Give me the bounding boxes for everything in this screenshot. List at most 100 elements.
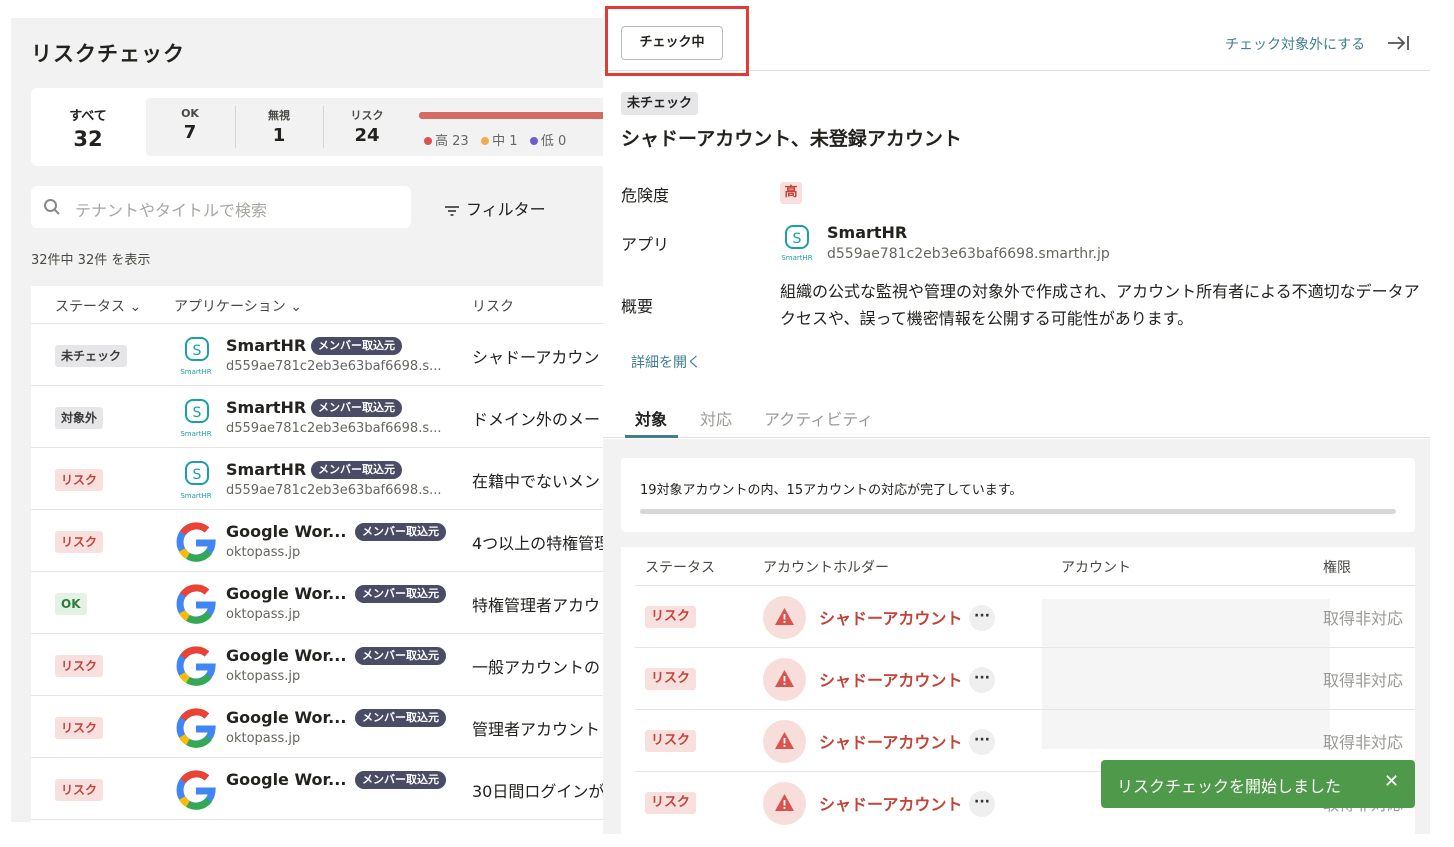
member-source-tag: メンバー取込元: [355, 585, 446, 603]
table-row[interactable]: リスク Google Wor... メンバー取込元 oktopass.jp 一般アカウン…: [31, 634, 611, 696]
svg-text:SmartHR: SmartHR: [180, 368, 211, 376]
tab-target[interactable]: 対象: [635, 406, 667, 430]
column-status-label: ステータス: [55, 299, 125, 315]
summary-risk-value: 24: [354, 125, 380, 146]
svg-text:S: S: [193, 467, 202, 483]
search-input[interactable]: テナントやタイトルで検索: [31, 186, 411, 228]
detail-app-domain: d559ae781c2eb3e63baf6698.smarthr.jp: [827, 246, 1110, 262]
close-icon[interactable]: ✕: [1384, 771, 1399, 792]
risk-title: 管理者アカウント: [472, 720, 601, 739]
risk-title: 在籍中でないメン: [472, 472, 601, 491]
search-placeholder: テナントやタイトルで検索: [75, 201, 268, 220]
progress-text: 19対象アカウントの内、15アカウントの対応が完了しています。: [640, 483, 1023, 498]
summary-ignore-label: 無視: [268, 109, 290, 122]
legend-high-text: 高 23: [435, 134, 469, 149]
table-header: ステータス ⌄ アプリケーション ⌄ リスク: [31, 286, 611, 324]
more-icon[interactable]: ···: [969, 729, 995, 755]
risk-check-list-pane: リスクチェック すべて 32 OK 7 無視 1 リスク 24 高 23 中 1…: [11, 18, 619, 826]
status-badge: リスク: [55, 469, 104, 491]
app-tenant: d559ae781c2eb3e63baf6698.s...: [226, 359, 442, 374]
smarthr-icon: S SmartHR: [180, 461, 212, 500]
svg-text:SmartHR: SmartHR: [180, 430, 211, 438]
summary-ignore[interactable]: 無視 1: [235, 98, 323, 156]
summary-risk-label: リスク: [350, 109, 384, 122]
risk-title: ドメイン外のメー: [472, 410, 601, 429]
summary-risk[interactable]: リスク 24: [323, 98, 411, 156]
table-row[interactable]: 未チェック S SmartHR SmartHR メンバー取込元 d559ae781c2eb…: [31, 324, 611, 386]
tab-response[interactable]: 対応: [700, 406, 732, 430]
overview-label: 概要: [621, 297, 654, 316]
risk-level-legend: 高 23 中 1 低 0: [424, 130, 566, 149]
table-row[interactable]: OK Google Wor... メンバー取込元 oktopass.jp 特権管理者アカ…: [31, 572, 611, 634]
column-risk: リスク: [472, 299, 514, 315]
app-tenant: d559ae781c2eb3e63baf6698.s...: [226, 421, 442, 436]
risk-table: ステータス ⌄ アプリケーション ⌄ リスク 未チェック S SmartHR Smar…: [31, 286, 611, 826]
account-row[interactable]: リスク シャドーアカウント ··· 取得非対応: [635, 647, 1415, 709]
status-badge: リスク: [645, 606, 697, 628]
risk-title: 特権管理者アカウ: [472, 596, 601, 615]
detail-topbar: チェック中 チェック対象外にする: [603, 0, 1430, 76]
account-holder: シャドーアカウント: [819, 609, 963, 628]
legend-mid-text: 中 1: [492, 134, 518, 149]
collapse-panel-icon[interactable]: [1386, 33, 1410, 53]
permission-value: 取得非対応: [1323, 609, 1404, 628]
detail-tabs: 対象 対応 アクティビティ: [603, 394, 1430, 438]
svg-text:SmartHR: SmartHR: [180, 492, 211, 500]
overview-text: 組織の公式な監視や管理の対象外で作成され、アカウント所有者による不適切なデータア…: [780, 282, 1420, 328]
risk-detail-pane: チェック中 チェック対象外にする 未チェック シャドーアカウント、未登録アカウン…: [603, 0, 1454, 847]
permission-value: 取得非対応: [1323, 733, 1404, 752]
summary-group: OK 7 無視 1 リスク 24 高 23 中 1 低 0: [146, 98, 619, 156]
filter-button[interactable]: フィルター: [444, 196, 546, 220]
app-name: Google Wor...: [226, 646, 347, 665]
app-tenant: oktopass.jp: [226, 545, 301, 560]
account-row[interactable]: リスク シャドーアカウント ··· 取得非対応: [635, 585, 1415, 647]
app-name: Google Wor...: [226, 522, 347, 541]
tab-activity[interactable]: アクティビティ: [764, 406, 873, 430]
dot-icon: [424, 136, 432, 145]
table-row[interactable]: リスク Google Wor... メンバー取込元 30日間ログインが: [31, 758, 611, 820]
table-row[interactable]: リスク Google Wor... メンバー取込元 oktopass.jp 管理者アカウ…: [31, 696, 611, 758]
summary-all[interactable]: すべて 32: [31, 88, 145, 166]
more-icon[interactable]: ···: [969, 791, 995, 817]
status-badge: リスク: [645, 730, 697, 752]
detail-title: シャドーアカウント、未登録アカウント: [621, 128, 962, 150]
detail-app-name: SmartHR: [827, 223, 908, 242]
status-badge: OK: [55, 593, 87, 615]
app-tenant: d559ae781c2eb3e63baf6698.s...: [226, 483, 442, 498]
dot-icon: [481, 136, 490, 145]
risk-level-bar: [419, 112, 619, 119]
column-status[interactable]: ステータス ⌄: [55, 296, 141, 316]
svg-text:S: S: [193, 405, 202, 421]
warning-icon: [763, 658, 806, 701]
legend-mid: 中 1: [481, 134, 518, 149]
table-row[interactable]: リスク Google Wor... メンバー取込元 oktopass.jp 4つ以上の特…: [31, 510, 611, 572]
smarthr-icon: S SmartHR: [180, 337, 212, 376]
smarthr-icon: S SmartHR: [781, 225, 813, 262]
summary-all-label: すべて: [69, 109, 107, 124]
progress-fill: [640, 509, 1237, 514]
column-status: ステータス: [645, 560, 715, 576]
account-holder: シャドーアカウント: [819, 733, 963, 752]
table-row[interactable]: リスク S SmartHR SmartHR メンバー取込元 d559ae781c2eb3e…: [31, 448, 611, 510]
more-icon[interactable]: ···: [969, 667, 995, 693]
column-application-label: アプリケーション: [174, 299, 286, 315]
member-source-tag: メンバー取込元: [355, 709, 446, 727]
result-count: 32件中 32件 を表示: [31, 253, 151, 268]
table-row[interactable]: 対象外 S SmartHR SmartHR メンバー取込元 d559ae781c2eb3e…: [31, 386, 611, 448]
exclude-link[interactable]: チェック対象外にする: [1225, 34, 1365, 54]
summary-ok-value: 7: [183, 122, 197, 143]
permission-value: 取得非対応: [1323, 671, 1404, 690]
summary-ignore-value: 1: [272, 125, 286, 146]
legend-high: 高 23: [424, 134, 469, 149]
account-holder: シャドーアカウント: [819, 795, 963, 814]
legend-low: 低 0: [529, 134, 566, 149]
open-details-link[interactable]: 詳細を開く: [631, 352, 701, 372]
detail-status-badge: 未チェック: [621, 92, 699, 115]
summary-all-value: 32: [73, 127, 103, 151]
summary-ok[interactable]: OK 7: [146, 98, 234, 156]
search-icon: [44, 199, 60, 215]
svg-text:S: S: [193, 343, 202, 359]
app-tenant: oktopass.jp: [226, 669, 301, 684]
more-icon[interactable]: ···: [969, 605, 995, 631]
column-application[interactable]: アプリケーション ⌄: [174, 296, 302, 316]
